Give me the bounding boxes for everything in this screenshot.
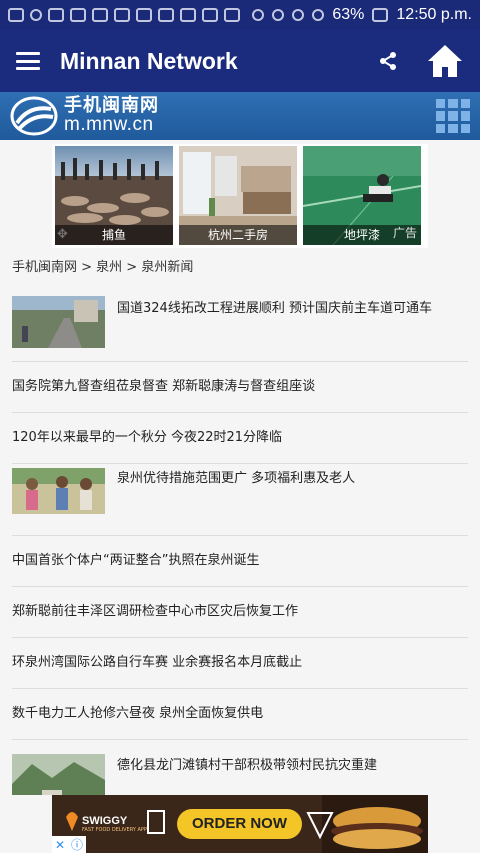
news-item[interactable]: 德化县龙门滩镇村干部积极带领村民抗灾重建: [12, 740, 468, 795]
home-icon: [428, 45, 462, 77]
battery-percent: 63%: [332, 6, 365, 23]
news-title: 环泉州湾国际公路自行车赛 业余赛报名本月底截止: [12, 654, 303, 670]
swiggy-tagline: FAST FOOD DELIVERY APP: [82, 827, 147, 833]
site-logo-icon[interactable]: [8, 94, 60, 138]
ad-choices[interactable]: ✕ ⓘ: [52, 836, 86, 853]
ad-strip: ✥ 捕鱼 杭州二手房: [52, 144, 428, 248]
bottom-ad-banner[interactable]: SWIGGY FAST FOOD DELIVERY APP ORDER NOW: [52, 795, 428, 853]
news-item[interactable]: 国务院第九督查组莅泉督查 郑新聪康涛与督查组座谈: [12, 362, 468, 413]
mail-icon: [92, 8, 108, 22]
news-item[interactable]: 郑新聪前往丰泽区调研检查中心市区灾后恢复工作: [12, 587, 468, 638]
deer-icon-3: [180, 8, 196, 22]
clock: 12:50 p.m.: [396, 6, 472, 23]
order-now-button[interactable]: ORDER NOW: [177, 809, 302, 839]
battery-icon: [372, 8, 389, 22]
news-list: 国道324线拓改工程进展顺利 预计国庆前主车道可通车 国务院第九督查组莅泉督查 …: [12, 283, 468, 795]
news-thumbnail: [12, 753, 105, 795]
logo-url: m.mnw.cn: [64, 114, 154, 136]
news-title: 泉州优待措施范围更广 多项福利惠及老人: [117, 471, 356, 486]
main-content[interactable]: ✥ 捕鱼 杭州二手房: [0, 140, 480, 795]
mail-icon-2: [202, 8, 218, 22]
breadcrumb[interactable]: 手机闽南网 > 泉州 > 泉州新闻: [12, 256, 193, 275]
app-icon: [48, 8, 64, 22]
info-icon[interactable]: ⓘ: [71, 836, 83, 853]
bluetooth-icon: [252, 9, 265, 21]
grid-menu-button[interactable]: [436, 99, 470, 133]
news-item[interactable]: 数千电力工人抢修六昼夜 泉州全面恢复供电: [12, 689, 468, 740]
deer-icon: [136, 8, 152, 22]
news-title: 德化县龙门滩镇村干部积极带领村民抗灾重建: [117, 758, 378, 773]
swiggy-logo: SWIGGY: [82, 815, 128, 827]
ad-card-fishing[interactable]: ✥ 捕鱼: [55, 146, 173, 245]
close-icon[interactable]: ✕: [55, 838, 65, 852]
system-icons: 63% 12:50 p.m.: [252, 6, 472, 24]
news-item[interactable]: 国道324线拓改工程进展顺利 预计国庆前主车道可通车: [12, 283, 468, 362]
ad-card-housing[interactable]: 杭州二手房: [179, 146, 297, 245]
signal-icon: [312, 9, 325, 21]
site-logo-text[interactable]: 手机闽南网 m.mnw.cn: [64, 94, 159, 136]
alarm-icon: [272, 9, 285, 21]
deer-icon-2: [158, 8, 174, 22]
app-bar: Minnan Network: [0, 30, 480, 92]
send-icon: [224, 8, 240, 22]
share-button[interactable]: [366, 30, 410, 92]
status-bar: 63% 12:50 p.m.: [0, 0, 480, 30]
news-item[interactable]: 环泉州湾国际公路自行车赛 业余赛报名本月底截止: [12, 638, 468, 689]
news-thumbnail: [12, 467, 105, 514]
vivo-icon: [114, 8, 130, 22]
ad-caption: 杭州二手房: [179, 225, 297, 245]
message-icon: [8, 8, 24, 22]
ad-card-flooring[interactable]: 地坪漆 广告: [303, 146, 421, 245]
news-title: 120年以来最早的一个秋分 今夜22时21分降临: [12, 429, 283, 445]
site-header: 手机闽南网 m.mnw.cn: [0, 92, 480, 140]
news-thumbnail: [12, 296, 105, 348]
news-item[interactable]: 泉州优待措施范围更广 多项福利惠及老人: [12, 464, 468, 536]
news-title: 国务院第九督查组莅泉督查 郑新聪康涛与督查组座谈: [12, 378, 316, 394]
menu-icon: [16, 52, 40, 70]
ad-caption: 捕鱼: [55, 225, 173, 245]
menu-button[interactable]: [0, 30, 56, 92]
news-title: 数千电力工人抢修六昼夜 泉州全面恢复供电: [12, 705, 264, 721]
image-icon: [70, 8, 86, 22]
grid-icon: [436, 99, 446, 109]
share-icon: [380, 52, 396, 70]
logo-cn: 手机闽南网: [64, 94, 159, 116]
whatsapp-icon: [30, 9, 42, 21]
ad-tag: 广告: [392, 226, 417, 240]
app-title: Minnan Network: [60, 47, 238, 74]
news-item[interactable]: 中国首张个体户“两证整合”执照在泉州诞生: [12, 536, 468, 587]
news-title: 国道324线拓改工程进展顺利 预计国庆前主车道可通车: [117, 301, 432, 316]
news-title: 郑新聪前往丰泽区调研检查中心市区灾后恢复工作: [12, 603, 299, 619]
wifi-icon: [292, 9, 305, 21]
notification-icons: [8, 8, 240, 22]
news-item[interactable]: 120年以来最早的一个秋分 今夜22时21分降临: [12, 413, 468, 464]
home-button[interactable]: [410, 30, 480, 92]
news-title: 中国首张个体户“两证整合”执照在泉州诞生: [12, 552, 260, 568]
